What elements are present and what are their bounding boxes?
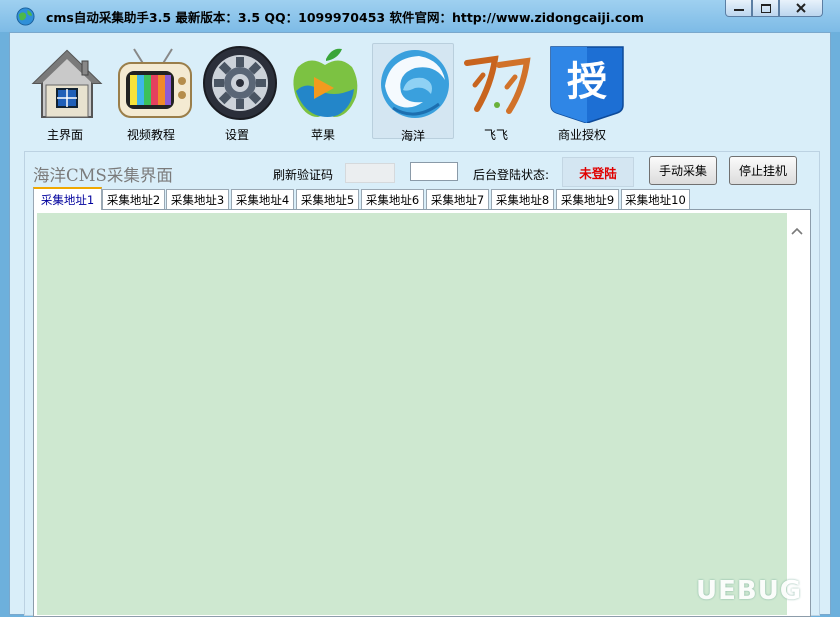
- main-toolbar: 主界面 视频教程 设置 苹果 海洋 飞飞 授 商业授权: [10, 41, 830, 146]
- tab-url-8[interactable]: 采集地址8: [491, 189, 554, 209]
- manual-collect-button[interactable]: 手动采集: [649, 156, 717, 185]
- panel-title: 海洋CMS采集界面: [33, 166, 173, 185]
- toolbar-label: 苹果: [310, 128, 335, 142]
- tab-url-4[interactable]: 采集地址4: [231, 189, 294, 209]
- tv-icon: [118, 48, 192, 118]
- toolbar-label: 商业授权: [557, 128, 606, 142]
- maximize-icon: [760, 3, 771, 13]
- login-status-value: 未登陆: [579, 165, 617, 181]
- tab-url-9[interactable]: 采集地址9: [556, 189, 619, 209]
- tab-content: [33, 209, 811, 617]
- app-globe-icon: [16, 7, 35, 26]
- toolbar-item-apple[interactable]: 苹果: [282, 43, 364, 142]
- tab-url-5[interactable]: 采集地址5: [296, 189, 359, 209]
- refresh-captcha-link[interactable]: 刷新验证码: [273, 166, 333, 183]
- toolbar-item-settings[interactable]: 设置: [196, 43, 278, 142]
- scroll-up-arrow-icon[interactable]: [791, 227, 803, 235]
- close-button[interactable]: [779, 0, 823, 17]
- tab-url-10[interactable]: 采集地址10: [621, 189, 690, 209]
- login-status-badge: 未登陆: [562, 157, 634, 187]
- toolbar-label: 设置: [224, 128, 249, 142]
- toolbar-item-ocean[interactable]: 海洋: [372, 43, 454, 143]
- feifei-icon: [464, 55, 531, 114]
- browser-view[interactable]: [37, 213, 787, 615]
- toolbar-item-home[interactable]: 主界面: [24, 43, 106, 142]
- collection-panel: 海洋CMS采集界面 刷新验证码 后台登陆状态: 未登陆 手动采集 停止挂机 采集…: [24, 151, 820, 617]
- title-bar[interactable]: cms自动采集助手3.5 最新版本：3.5 QQ：1099970453 软件官网…: [0, 0, 840, 32]
- tab-url-3[interactable]: 采集地址3: [166, 189, 229, 209]
- toolbar-item-video-tutorial[interactable]: 视频教程: [110, 43, 192, 142]
- minimize-icon: [733, 9, 744, 11]
- close-icon: [796, 3, 806, 13]
- license-icon: 授: [550, 46, 624, 123]
- toolbar-label: 飞飞: [483, 128, 508, 142]
- license-glyph: 授: [567, 59, 607, 105]
- tab-url-7[interactable]: 采集地址7: [426, 189, 489, 209]
- toolbar-label: 视频教程: [126, 128, 175, 142]
- apple-icon: [293, 48, 358, 117]
- client-area: 主界面 视频教程 设置 苹果 海洋 飞飞 授 商业授权 海洋CMS采集界面 刷新…: [9, 32, 831, 617]
- tab-url-6[interactable]: 采集地址6: [361, 189, 424, 209]
- watermark: UEBUG: [696, 576, 803, 606]
- toolbar-label: 海洋: [400, 129, 425, 143]
- captcha-input[interactable]: [410, 162, 458, 181]
- captcha-image[interactable]: [345, 163, 395, 183]
- stop-hang-button[interactable]: 停止挂机: [729, 156, 797, 185]
- tab-url-2[interactable]: 采集地址2: [102, 189, 165, 209]
- toolbar-item-commercial-license[interactable]: 授 商业授权: [541, 43, 624, 142]
- home-icon: [31, 49, 103, 118]
- toolbar-item-feifei[interactable]: 飞飞: [455, 43, 537, 142]
- minimize-button[interactable]: [725, 0, 752, 17]
- vertical-scrollbar[interactable]: [787, 213, 807, 615]
- toolbar-label: 主界面: [46, 128, 83, 142]
- tab-url-1[interactable]: 采集地址1: [33, 187, 102, 210]
- login-status-label: 后台登陆状态:: [473, 168, 550, 182]
- gear-icon: [203, 46, 277, 120]
- maximize-button[interactable]: [752, 0, 779, 17]
- window-title: cms自动采集助手3.5 最新版本：3.5 QQ：1099970453 软件官网…: [46, 10, 644, 25]
- ocean-icon: [381, 50, 449, 118]
